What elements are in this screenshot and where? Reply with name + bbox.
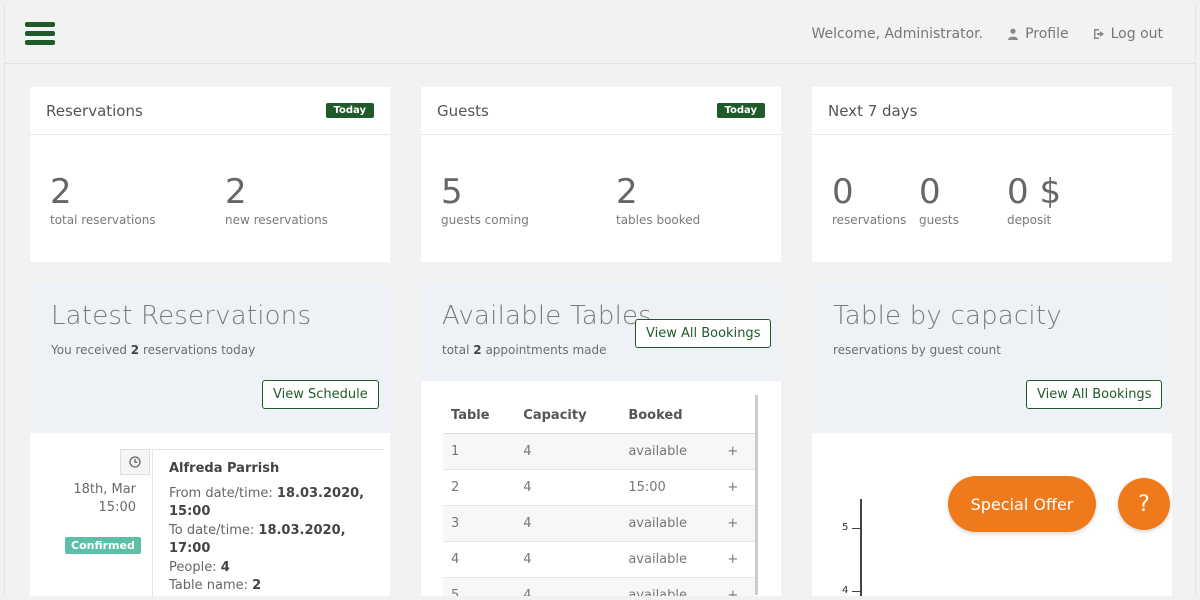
column-header[interactable]: Booked: [620, 399, 720, 434]
add-button[interactable]: +: [719, 433, 755, 470]
stat-total-reservations: 2 total reservations: [50, 172, 156, 227]
card-title: Reservations: [46, 101, 143, 120]
y-tick-label: 5: [842, 522, 849, 533]
reservation-list: 18th, Mar 15:00 Confirmed Alfreda Parris…: [30, 433, 390, 596]
today-badge: Today: [716, 103, 765, 118]
table-row[interactable]: 1 4 available +: [443, 433, 755, 470]
y-tick: [852, 528, 860, 529]
logout-label: Log out: [1110, 26, 1163, 42]
stat-reservations: 0 reservations: [832, 172, 907, 227]
welcome-text: Welcome, Administrator.: [811, 26, 984, 42]
view-schedule-button[interactable]: View Schedule: [262, 380, 379, 409]
view-all-bookings-button[interactable]: View All Bookings: [1026, 380, 1163, 409]
people-count: People: 4: [169, 559, 230, 575]
stat-deposit: 0 $ deposit: [1007, 172, 1062, 227]
help-button[interactable]: ?: [1118, 478, 1170, 530]
view-all-bookings-button[interactable]: View All Bookings: [635, 319, 772, 348]
panel-title: Table by capacity: [833, 301, 1062, 331]
column-header[interactable]: Capacity: [515, 399, 621, 434]
y-axis: [860, 499, 862, 596]
special-offer-button[interactable]: Special Offer: [948, 476, 1096, 532]
hamburger-icon[interactable]: [25, 22, 55, 48]
panel-subtitle: reservations by guest count: [833, 343, 1001, 357]
to-datetime: To date/time: 18.03.2020, 17:00: [169, 522, 346, 557]
add-button[interactable]: +: [719, 469, 755, 506]
stat-tables-booked: 2 tables booked: [616, 172, 701, 227]
table-row[interactable]: 5 4 available +: [443, 577, 755, 596]
latest-reservations-header: Latest Reservations You received 2 reser…: [30, 283, 390, 433]
scrollbar[interactable]: [755, 395, 758, 595]
reservation-date: 18th, Mar 15:00: [73, 482, 136, 515]
reservations-card: Reservations Today 2 total reservations …: [30, 87, 390, 262]
table-by-capacity-header: Table by capacity reservations by guest …: [812, 283, 1172, 433]
today-badge: Today: [325, 103, 374, 118]
y-tick: [852, 591, 860, 592]
tables-list: Table Capacity Booked 1 4 available + 2 4 15…: [421, 381, 781, 596]
profile-label: Profile: [1025, 26, 1069, 42]
table-name: Table name: 2: [169, 578, 262, 593]
add-button[interactable]: +: [719, 505, 755, 542]
reservation-details[interactable]: Alfreda Parrish From date/time: 18.03.20…: [152, 449, 384, 596]
column-header[interactable]: Table: [443, 399, 516, 434]
guest-name: Alfreda Parrish: [169, 461, 280, 476]
card-title: Guests: [437, 101, 489, 120]
from-datetime: From date/time: 18.03.2020, 15:00: [169, 485, 365, 520]
available-tables-header: Available Tables total 2 appointments ma…: [421, 283, 781, 381]
user-icon: [1008, 28, 1019, 40]
stat-new-reservations: 2 new reservations: [225, 172, 328, 227]
status-badge: Confirmed: [65, 537, 141, 554]
add-button[interactable]: +: [719, 577, 755, 596]
tables-table: Table Capacity Booked 1 4 available + 2 4 15…: [443, 399, 755, 596]
clock-icon: [120, 449, 150, 475]
card-title: Next 7 days: [828, 101, 918, 120]
panel-title: Available Tables: [442, 301, 652, 331]
guests-card: Guests Today 5 guests coming 2 tables bo…: [421, 87, 781, 262]
table-row[interactable]: 2 4 15:00 +: [443, 469, 755, 506]
sign-out-icon: [1093, 29, 1104, 39]
next-7-days-card: Next 7 days 0 reservations 0 guests 0 $ …: [812, 87, 1172, 262]
top-bar: Welcome, Administrator. Profile Log out: [5, 4, 1195, 64]
panel-subtitle: total 2 appointments made: [442, 343, 607, 357]
panel-title: Latest Reservations: [51, 301, 312, 331]
logout-link[interactable]: Log out: [1093, 26, 1163, 42]
add-button[interactable]: +: [719, 541, 755, 578]
table-row[interactable]: 3 4 available +: [443, 505, 755, 542]
top-nav: Welcome, Administrator. Profile Log out: [812, 26, 1163, 42]
stat-guests-coming: 5 guests coming: [441, 172, 529, 227]
profile-link[interactable]: Profile: [1007, 26, 1069, 42]
stat-guests: 0 guests: [919, 172, 959, 227]
table-row[interactable]: 4 4 available +: [443, 541, 755, 578]
panel-subtitle: You received 2 reservations today: [51, 343, 256, 357]
y-tick-label: 4: [842, 585, 849, 596]
